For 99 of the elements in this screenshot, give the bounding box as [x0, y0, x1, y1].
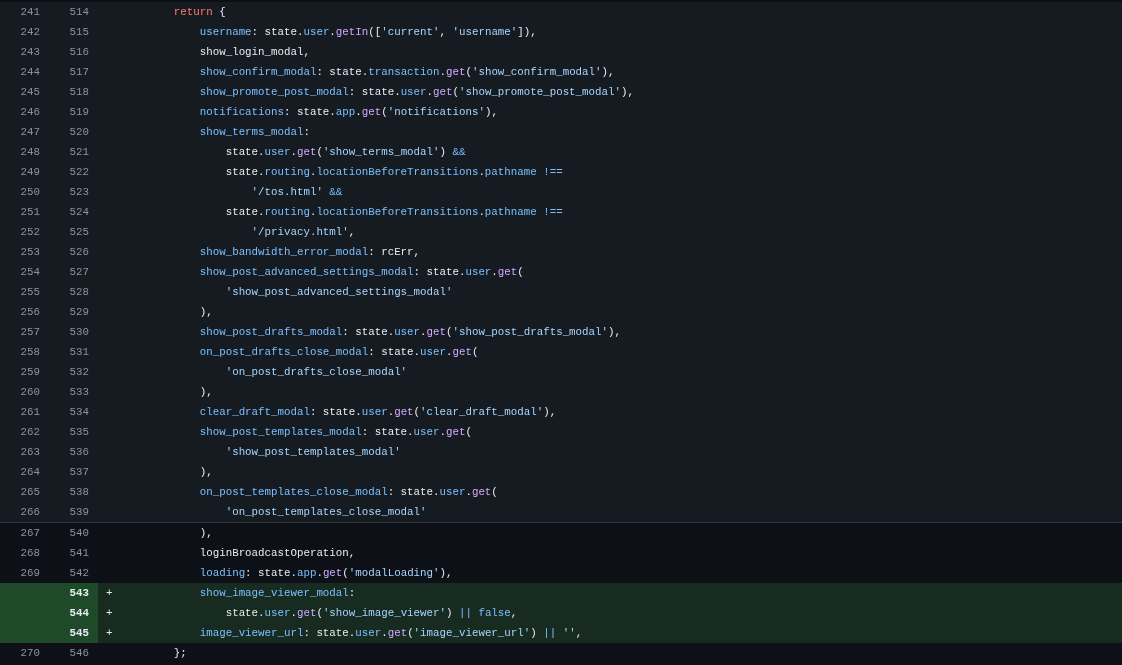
code-line: state.routing.locationBeforeTransitions.pathname !==	[224, 164, 563, 180]
code-line: 'show_post_advanced_settings_modal'	[224, 284, 453, 300]
line-number: 246	[20, 105, 40, 118]
code-line: 'on_post_drafts_close_modal'	[224, 364, 408, 380]
code-line: state.user.get('show_image_viewer') || false,	[224, 605, 518, 621]
code-line: on_post_templates_close_modal: state.user.get(	[198, 484, 498, 500]
line-number: 528	[69, 285, 89, 298]
line-number: 546	[69, 646, 89, 659]
line-number: 529	[69, 305, 89, 318]
diff-marker: +	[106, 606, 113, 619]
line-number: 525	[69, 225, 89, 238]
line-number: 544	[69, 606, 89, 619]
line-number: 531	[69, 345, 89, 358]
line-number: 268	[20, 546, 40, 559]
line-number: 254	[20, 265, 40, 278]
code-line: '/tos.html' &&	[250, 184, 343, 200]
line-number: 244	[20, 65, 40, 78]
line-number: 245	[20, 85, 40, 98]
line-number: 538	[69, 485, 89, 498]
code-line: ),	[198, 304, 213, 320]
line-number: 269	[20, 566, 40, 579]
line-number: 250	[20, 185, 40, 198]
line-number: 540	[69, 526, 89, 539]
line-number: 527	[69, 265, 89, 278]
line-number: 267	[20, 526, 40, 539]
code-line: ),	[198, 384, 213, 400]
code-line: image_viewer_url: state.user.get('image_viewer_url') || '',	[198, 625, 583, 641]
line-number: 520	[69, 125, 89, 138]
line-number: 523	[69, 185, 89, 198]
code-line: state.routing.locationBeforeTransitions.pathname !==	[224, 204, 563, 220]
line-number: 255	[20, 285, 40, 298]
line-number: 266	[20, 505, 40, 518]
line-number: 260	[20, 385, 40, 398]
line-number: 247	[20, 125, 40, 138]
line-number: 515	[69, 25, 89, 38]
code-line: show_login_modal,	[198, 44, 310, 60]
code-line: show_bandwidth_error_modal: rcErr,	[198, 244, 421, 260]
line-number: 545	[69, 626, 89, 639]
code-line: '/privacy.html',	[250, 224, 356, 240]
line-number: 258	[20, 345, 40, 358]
diff-marker: +	[106, 586, 113, 599]
line-number: 534	[69, 405, 89, 418]
line-number: 262	[20, 425, 40, 438]
code-line: loginBroadcastOperation,	[198, 545, 356, 561]
code-line: on_post_drafts_close_modal: state.user.get(	[198, 344, 479, 360]
line-number: 536	[69, 445, 89, 458]
line-number: 517	[69, 65, 89, 78]
code-line: show_terms_modal:	[198, 124, 310, 140]
line-number: 257	[20, 325, 40, 338]
line-number: 243	[20, 45, 40, 58]
code-line: return {	[172, 4, 226, 20]
line-number: 521	[69, 145, 89, 158]
line-number: 522	[69, 165, 89, 178]
line-number: 541	[69, 546, 89, 559]
line-number: 264	[20, 465, 40, 478]
line-number: 542	[69, 566, 89, 579]
line-number: 259	[20, 365, 40, 378]
code-line: clear_draft_modal: state.user.get('clear_draft_modal'),	[198, 404, 557, 420]
code-line: show_image_viewer_modal:	[198, 585, 356, 601]
line-number: 249	[20, 165, 40, 178]
line-number: 526	[69, 245, 89, 258]
code-line: show_post_advanced_settings_modal: state.user.get(	[198, 264, 524, 280]
code-line: 'show_post_templates_modal'	[224, 444, 401, 460]
line-number: 270	[20, 646, 40, 659]
line-number: 242	[20, 25, 40, 38]
line-number: 241	[20, 5, 40, 18]
line-number: 518	[69, 85, 89, 98]
code-line: show_post_drafts_modal: state.user.get('show_post_drafts_modal'),	[198, 324, 621, 340]
code-line: notifications: state.app.get('notifications'),	[198, 104, 498, 120]
line-number: 532	[69, 365, 89, 378]
line-number: 256	[20, 305, 40, 318]
line-number: 514	[69, 5, 89, 18]
line-number: 263	[20, 445, 40, 458]
line-number: 516	[69, 45, 89, 58]
line-number: 533	[69, 385, 89, 398]
line-number: 530	[69, 325, 89, 338]
code-line: };	[172, 645, 187, 661]
line-number: 539	[69, 505, 89, 518]
code-line: show_confirm_modal: state.transaction.get('show_confirm_modal'),	[198, 64, 615, 80]
line-number: 261	[20, 405, 40, 418]
code-line: ),	[198, 464, 213, 480]
line-number: 251	[20, 205, 40, 218]
line-number: 537	[69, 465, 89, 478]
line-number: 535	[69, 425, 89, 438]
line-number: 519	[69, 105, 89, 118]
line-number: 524	[69, 205, 89, 218]
line-number: 543	[69, 586, 89, 599]
code-line: state.user.get('show_terms_modal') &&	[224, 144, 466, 160]
diff-marker: +	[106, 626, 113, 639]
code-line: 'on_post_templates_close_modal'	[224, 504, 427, 520]
code-line: username: state.user.getIn(['current', 'username']),	[198, 24, 537, 40]
line-number: 252	[20, 225, 40, 238]
line-number: 265	[20, 485, 40, 498]
code-line: show_promote_post_modal: state.user.get('show_promote_post_modal'),	[198, 84, 634, 100]
line-number: 253	[20, 245, 40, 258]
code-line: ),	[198, 525, 213, 541]
code-line: show_post_templates_modal: state.user.get(	[198, 424, 472, 440]
line-number: 248	[20, 145, 40, 158]
code-line: loading: state.app.get('modalLoading'),	[198, 565, 453, 581]
